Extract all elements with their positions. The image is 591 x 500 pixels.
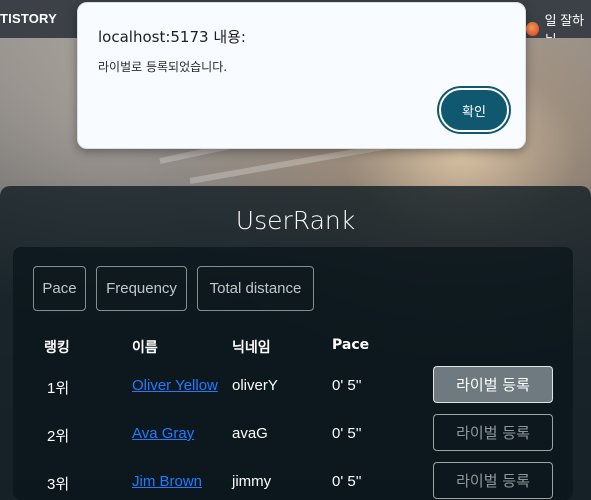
user-name-link[interactable]: Jim Brown xyxy=(132,473,202,490)
user-name-link[interactable]: Oliver Yellow xyxy=(132,377,218,394)
register-rival-button[interactable]: 라이벌 등록 xyxy=(433,366,553,403)
pace-cell: 0' 5'' xyxy=(332,377,362,394)
dialog-message: 라이벌로 등록되었습니다. xyxy=(98,60,228,74)
header-nickname: 닉네임 xyxy=(232,340,271,356)
rank-cell: 2위 xyxy=(47,428,70,445)
register-rival-button[interactable]: 라이벌 등록 xyxy=(433,462,553,499)
bookmark-favicon-icon xyxy=(526,22,539,36)
rank-cell: 1위 xyxy=(47,380,70,397)
register-rival-button[interactable]: 라이벌 등록 xyxy=(433,414,553,451)
alert-dialog: localhost:5173 내용: 라이벌로 등록되었습니다. 확인 xyxy=(77,2,526,149)
user-name-link[interactable]: Ava Gray xyxy=(132,425,194,442)
nickname-cell: jimmy xyxy=(232,473,272,490)
nickname-cell: avaG xyxy=(232,425,268,442)
page-title: UserRank xyxy=(235,206,356,235)
header-rank: 랭킹 xyxy=(44,340,70,356)
bookmark-tistory[interactable]: TISTORY xyxy=(0,11,57,26)
pace-cell: 0' 5'' xyxy=(332,473,362,490)
header-name: 이름 xyxy=(132,340,158,356)
header-pace: Pace xyxy=(332,337,370,353)
filter-frequency-button[interactable]: Frequency xyxy=(96,266,187,311)
nickname-cell: oliverY xyxy=(232,377,278,394)
dialog-title: localhost:5173 내용: xyxy=(98,28,246,46)
filter-pace-button[interactable]: Pace xyxy=(33,266,86,311)
pace-cell: 0' 5'' xyxy=(332,425,362,442)
ok-button[interactable]: 확인 xyxy=(439,88,509,132)
filter-total-distance-button[interactable]: Total distance xyxy=(197,266,314,311)
rank-cell: 3위 xyxy=(47,476,70,493)
